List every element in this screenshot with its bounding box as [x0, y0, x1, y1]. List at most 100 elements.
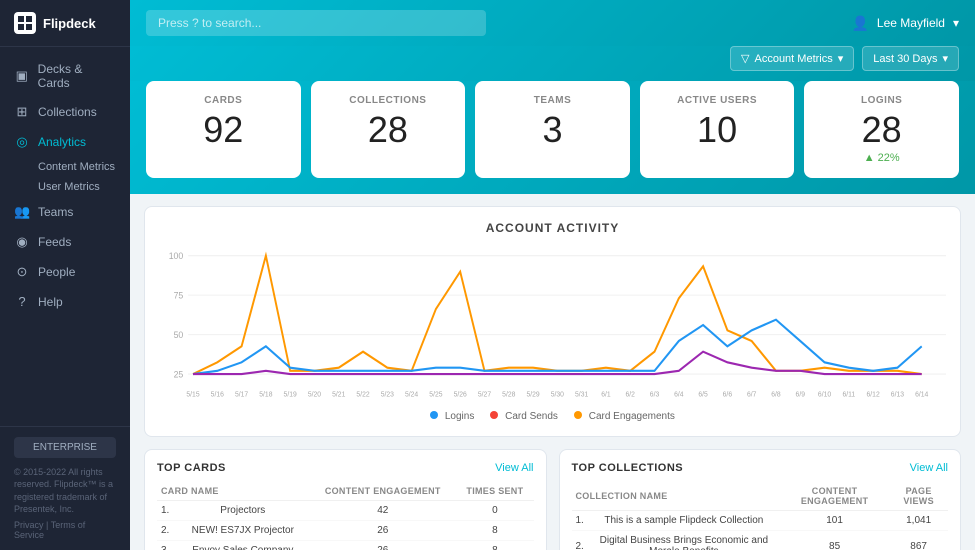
svg-text:5/15: 5/15 [186, 390, 199, 398]
top-collections-header: TOP COLLECTIONS View All [572, 462, 949, 474]
table-row: 1.This is a sample Flipdeck Collection10… [572, 511, 949, 531]
svg-text:5/28: 5/28 [502, 390, 515, 398]
svg-text:5/30: 5/30 [551, 390, 564, 398]
enterprise-button[interactable]: ENTERPRISE [14, 437, 116, 458]
sidebar-item-people[interactable]: ⊙ People [0, 257, 130, 287]
chart-area: 100 75 50 25 5/15 5/16 5/17 5/18 5/19 5/… [159, 245, 946, 405]
logo-text: Flipdeck [43, 16, 96, 31]
sidebar-label-feeds: Feeds [38, 235, 71, 249]
svg-text:100: 100 [169, 251, 184, 261]
sidebar-item-feeds[interactable]: ◉ Feeds [0, 227, 130, 257]
card-engagements-dot [574, 411, 582, 419]
stat-card-collections: COLLECTIONS 28 [311, 81, 466, 178]
table-row: 3.Envoy Sales Company268 [157, 541, 534, 550]
chart-svg: 100 75 50 25 5/15 5/16 5/17 5/18 5/19 5/… [159, 245, 946, 405]
legend-logins-label: Logins [445, 411, 474, 422]
svg-text:5/29: 5/29 [526, 390, 539, 398]
sidebar-label-collections: Collections [38, 105, 97, 119]
svg-text:6/6: 6/6 [723, 390, 732, 398]
privacy-link[interactable]: Privacy [14, 520, 44, 530]
stat-label-collections: COLLECTIONS [327, 95, 450, 106]
footer-copyright: © 2015-2022 All rights reserved. Flipdec… [14, 466, 116, 516]
sidebar-nav: ▣ Decks & Cards ⊞ Collections ◎ Analytic… [0, 47, 130, 426]
col-times-sent: TIMES SENT [456, 482, 533, 501]
analytics-sub-nav: Content Metrics User Metrics [0, 157, 130, 197]
svg-text:6/7: 6/7 [747, 390, 756, 398]
col-collection-engagement: CONTENT ENGAGEMENT [780, 482, 889, 511]
svg-text:6/9: 6/9 [796, 390, 805, 398]
main-content: 👤 Lee Mayfield ▾ ▽ Account Metrics ▾ Las… [130, 0, 975, 550]
svg-text:5/23: 5/23 [381, 390, 394, 398]
svg-text:5/20: 5/20 [308, 390, 321, 398]
logins-dot [430, 411, 438, 419]
table-row: 2.Digital Business Brings Economic and M… [572, 531, 949, 550]
sidebar-label-people: People [38, 265, 75, 279]
stat-change-logins: ▲ 22% [820, 152, 943, 164]
legend-card-sends: Card Sends [490, 411, 558, 422]
top-collections-view-all[interactable]: View All [910, 462, 948, 474]
svg-text:6/3: 6/3 [650, 390, 659, 398]
analytics-icon: ◎ [14, 134, 30, 150]
sidebar-label-decks: Decks & Cards [38, 62, 116, 90]
bottom-section: TOP CARDS View All CARD NAME CONTENT ENG… [144, 449, 961, 550]
chart-title: ACCOUNT ACTIVITY [159, 221, 946, 235]
feeds-icon: ◉ [14, 234, 30, 250]
svg-text:5/22: 5/22 [356, 390, 369, 398]
svg-text:6/1: 6/1 [601, 390, 610, 398]
svg-text:6/14: 6/14 [915, 390, 928, 398]
top-cards-view-all[interactable]: View All [495, 462, 533, 474]
stat-label-logins: LOGINS [820, 95, 943, 106]
sidebar-footer: ENTERPRISE © 2015-2022 All rights reserv… [0, 426, 130, 550]
stat-label-teams: TEAMS [491, 95, 614, 106]
legend-logins: Logins [430, 411, 474, 422]
sidebar-item-decks-cards[interactable]: ▣ Decks & Cards [0, 55, 130, 97]
svg-text:5/25: 5/25 [429, 390, 442, 398]
svg-text:5/17: 5/17 [235, 390, 248, 398]
sidebar-item-collections[interactable]: ⊞ Collections [0, 97, 130, 127]
svg-text:75: 75 [174, 290, 184, 300]
sidebar-item-user-metrics[interactable]: User Metrics [38, 177, 130, 197]
stat-value-logins: 28 [820, 112, 943, 148]
sidebar-item-help[interactable]: ? Help [0, 287, 130, 316]
teams-icon: 👥 [14, 204, 30, 220]
col-page-views: PAGE VIEWS [889, 482, 948, 511]
user-chevron-icon: ▾ [953, 16, 959, 30]
user-name: Lee Mayfield [877, 16, 945, 30]
collections-icon: ⊞ [14, 104, 30, 120]
topbar: 👤 Lee Mayfield ▾ [130, 0, 975, 46]
footer-links: Privacy | Terms of Service [14, 520, 116, 540]
svg-text:25: 25 [174, 369, 184, 379]
sidebar: Flipdeck ▣ Decks & Cards ⊞ Collections ◎… [0, 0, 130, 550]
sidebar-label-help: Help [38, 295, 63, 309]
sidebar-item-teams[interactable]: 👥 Teams [0, 197, 130, 227]
date-chevron-icon: ▾ [942, 52, 948, 65]
sidebar-item-content-metrics[interactable]: Content Metrics [38, 157, 130, 177]
filter-bar: ▽ Account Metrics ▾ Last 30 Days ▾ [130, 46, 975, 81]
svg-text:6/8: 6/8 [771, 390, 780, 398]
stat-label-active-users: ACTIVE USERS [656, 95, 779, 106]
user-menu[interactable]: 👤 Lee Mayfield ▾ [851, 15, 959, 32]
svg-text:5/24: 5/24 [405, 390, 418, 398]
svg-text:5/26: 5/26 [454, 390, 467, 398]
legend-card-sends-label: Card Sends [505, 411, 558, 422]
top-collections-title: TOP COLLECTIONS [572, 462, 684, 474]
stats-row: CARDS 92 COLLECTIONS 28 TEAMS 3 ACTIVE U… [130, 81, 975, 194]
search-input[interactable] [146, 10, 486, 36]
top-cards-table: TOP CARDS View All CARD NAME CONTENT ENG… [144, 449, 547, 550]
svg-text:6/13: 6/13 [891, 390, 904, 398]
card-sends-dot [490, 411, 498, 419]
cards-table: CARD NAME CONTENT ENGAGEMENT TIMES SENT … [157, 482, 534, 550]
svg-text:6/11: 6/11 [842, 390, 855, 398]
chart-legend: Logins Card Sends Card Engagements [159, 411, 946, 422]
svg-text:6/5: 6/5 [698, 390, 707, 398]
date-range-button[interactable]: Last 30 Days ▾ [862, 46, 959, 71]
svg-text:5/31: 5/31 [575, 390, 588, 398]
col-content-engagement: CONTENT ENGAGEMENT [309, 482, 456, 501]
stat-card-active-users: ACTIVE USERS 10 [640, 81, 795, 178]
sidebar-label-teams: Teams [38, 205, 73, 219]
svg-text:5/19: 5/19 [284, 390, 297, 398]
sidebar-item-analytics[interactable]: ◎ Analytics [0, 127, 130, 157]
legend-card-engagements-label: Card Engagements [589, 411, 675, 422]
svg-text:50: 50 [174, 329, 184, 339]
account-metrics-button[interactable]: ▽ Account Metrics ▾ [730, 46, 854, 71]
